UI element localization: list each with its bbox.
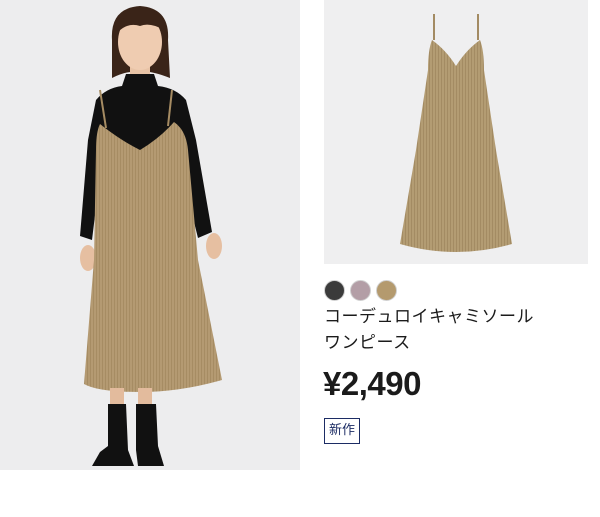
dress-illustration — [324, 0, 588, 264]
product-price: ¥2,490 — [323, 365, 421, 402]
product-name-line2: ワンピース — [324, 333, 411, 353]
color-swatches — [324, 280, 397, 301]
beige-swatch[interactable] — [376, 280, 397, 301]
model-illustration — [0, 0, 300, 470]
product-photo[interactable] — [324, 0, 588, 264]
new-badge: 新作 — [324, 418, 361, 444]
model-photo[interactable] — [0, 0, 300, 470]
product-name-line1: コーデュロイキャミソール — [324, 307, 534, 327]
pink-swatch[interactable] — [350, 280, 371, 301]
product-name[interactable]: コーデュロイキャミソール ワンピース — [324, 304, 594, 356]
black-swatch[interactable] — [324, 280, 345, 301]
